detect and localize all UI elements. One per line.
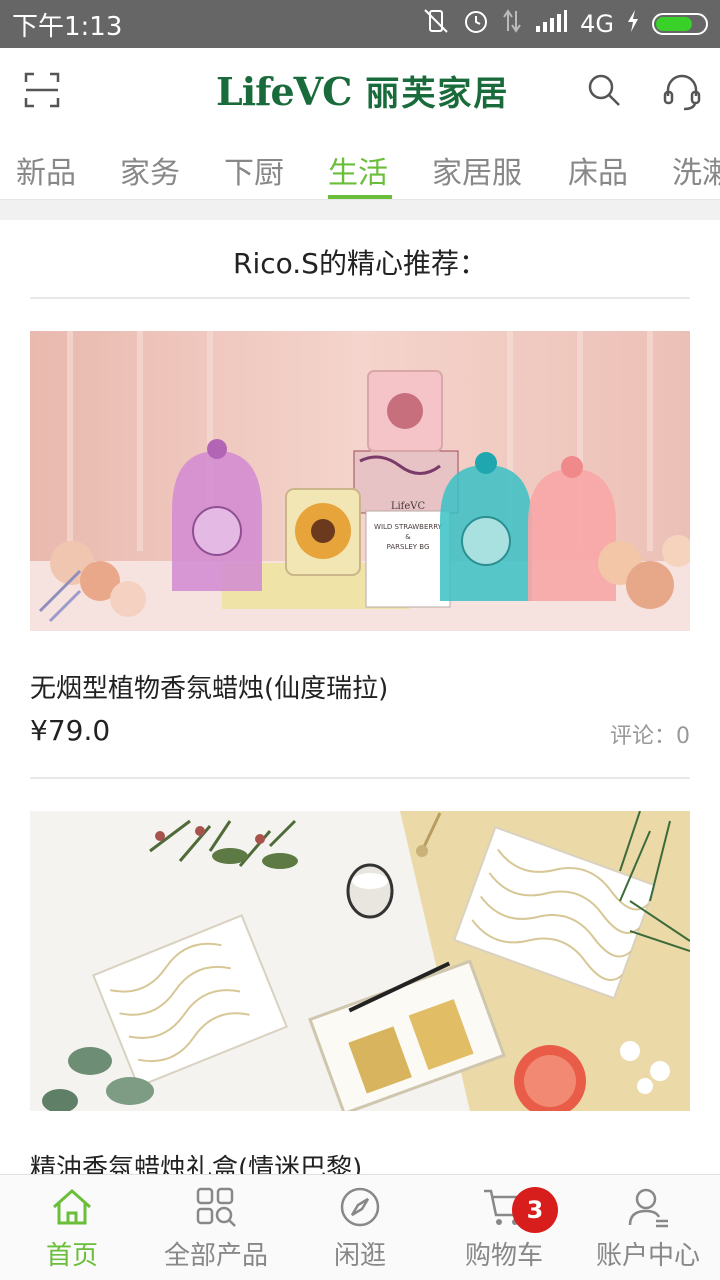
product-comments[interactable]: 评论：0 <box>610 718 690 750</box>
nav-all-products-label: 全部产品 <box>163 1241 268 1271</box>
nav-account[interactable]: 账户中心 <box>576 1175 720 1280</box>
network-type: 4G <box>580 10 614 38</box>
signal-icon <box>534 8 568 40</box>
bottom-nav: 首页 全部产品 闲逛 购物车 3 账户中心 <box>0 1174 720 1280</box>
scan-icon[interactable] <box>24 72 60 108</box>
box-label-line1: WILD STRAWBERRY <box>374 523 443 531</box>
tab-bedding[interactable]: 床品 <box>568 148 628 192</box>
brand-logo[interactable]: LifeVC 丽芙家居 <box>216 66 509 116</box>
tab-homewear[interactable]: 家居服 <box>432 148 522 192</box>
home-icon <box>53 1188 91 1225</box>
status-icons: 4G <box>422 7 708 41</box>
tab-kitchen[interactable]: 下厨 <box>224 148 284 192</box>
category-tabs: 新品 家务 下厨 生活 家居服 床品 洗漱 <box>0 136 720 200</box>
status-time: 下午1:13 <box>12 11 123 42</box>
compass-icon <box>340 1187 380 1227</box>
box-logo: LifeVC <box>391 501 426 512</box>
product-name[interactable]: 精油香氛蜡烛礼盒(情迷巴黎) <box>30 1148 362 1174</box>
nav-cart[interactable]: 购物车 3 <box>432 1175 576 1280</box>
section-title: Rico.S的精心推荐： <box>233 247 487 280</box>
tab-new[interactable]: 新品 <box>16 148 76 192</box>
logo-en: LifeVC <box>216 69 352 114</box>
nav-all-products[interactable]: 全部产品 <box>144 1175 288 1280</box>
recommendation-list[interactable]: Rico.S的精心推荐： LifeVC WILD STRAWBERRY & PA… <box>0 220 720 1174</box>
app-header: LifeVC 丽芙家居 <box>0 48 720 136</box>
nav-browse[interactable]: 闲逛 <box>288 1175 432 1280</box>
nav-account-label: 账户中心 <box>595 1241 700 1271</box>
charging-icon <box>626 8 640 40</box>
logo-cn: 丽芙家居 <box>365 74 510 114</box>
vibrate-off-icon <box>422 7 450 41</box>
cart-count-badge: 3 <box>512 1187 558 1233</box>
box-label-line2: & <box>405 533 411 541</box>
tab-housework[interactable]: 家务 <box>120 148 180 192</box>
status-bar: 下午1:13 4G <box>0 0 720 48</box>
active-tab-indicator <box>328 195 392 199</box>
product-image-gift-box[interactable] <box>30 811 690 1111</box>
divider <box>30 777 690 779</box>
tab-life[interactable]: 生活 <box>328 148 388 192</box>
nav-browse-label: 闲逛 <box>333 1241 386 1271</box>
product-name[interactable]: 无烟型植物香氛蜡烛(仙度瑞拉) <box>30 668 388 705</box>
customer-service-icon[interactable] <box>662 72 702 112</box>
product-image-candles[interactable]: LifeVC WILD STRAWBERRY & PARSLEY BG <box>30 331 690 631</box>
nav-home[interactable]: 首页 <box>0 1175 144 1280</box>
box-label-line3: PARSLEY BG <box>387 543 430 551</box>
alarm-icon <box>462 7 490 41</box>
user-icon <box>628 1188 668 1228</box>
product-price: ¥79.0 <box>30 714 111 747</box>
nav-cart-label: 购物车 <box>464 1241 543 1271</box>
nav-home-label: 首页 <box>45 1241 98 1271</box>
tab-toiletries[interactable]: 洗漱 <box>672 148 720 192</box>
divider <box>30 297 690 299</box>
grid-search-icon <box>196 1187 236 1227</box>
battery-icon <box>652 13 708 35</box>
data-arrows-icon <box>502 7 522 41</box>
search-icon[interactable] <box>586 72 622 108</box>
section-divider <box>0 200 720 220</box>
